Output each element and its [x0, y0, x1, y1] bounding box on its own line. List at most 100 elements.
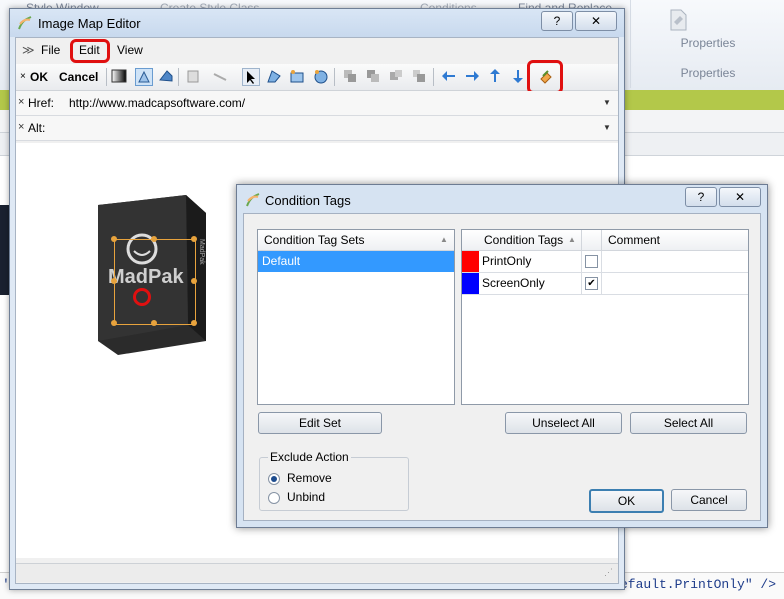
sort-ascending-icon: ▲: [440, 235, 448, 244]
hotspot-center-marker: [133, 288, 151, 306]
dialog-app-icon: [246, 193, 260, 207]
app-icon: [18, 16, 32, 30]
resize-handle[interactable]: [191, 278, 197, 284]
sort-ascending-icon: ▲: [568, 235, 576, 244]
gradient-mask-icon[interactable]: [111, 68, 127, 84]
alt-row: × Alt: ▼: [16, 116, 618, 141]
dialog-close-button[interactable]: ✕: [719, 187, 761, 207]
resize-handle[interactable]: [111, 236, 117, 242]
ok-button[interactable]: OK: [589, 489, 664, 513]
resize-handle[interactable]: [151, 236, 157, 242]
arrow-up-icon[interactable]: [487, 68, 503, 84]
href-row: × Href: http://www.madcapsoftware.com/ ▼: [16, 91, 618, 116]
unbind-radio-label[interactable]: Unbind: [287, 490, 325, 504]
toolbar-separator: [178, 68, 179, 86]
tag-row-screenonly[interactable]: ScreenOnly ✔: [462, 273, 748, 295]
sets-header-label: Condition Tag Sets: [264, 233, 365, 247]
circle-draw-icon[interactable]: [313, 68, 329, 84]
ok-button[interactable]: OK: [30, 70, 48, 84]
toolbar-separator: [334, 68, 335, 86]
hotspot-selection-rectangle[interactable]: [114, 239, 196, 325]
resize-grip-icon[interactable]: ⋰: [604, 567, 613, 578]
tag-exclude-checkbox[interactable]: ✔: [585, 277, 598, 290]
condition-tag-sets-list[interactable]: Condition Tag Sets ▲ Default: [257, 229, 455, 405]
cancel-button[interactable]: Cancel: [59, 70, 98, 84]
unselect-all-button[interactable]: Unselect All: [505, 412, 622, 434]
cancel-button[interactable]: Cancel: [671, 489, 747, 511]
dialog-client: Condition Tag Sets ▲ Default Condition T…: [243, 213, 761, 521]
bring-forward-icon[interactable]: [365, 68, 381, 84]
tag-exclude-checkbox[interactable]: [585, 255, 598, 268]
cell-divider: [581, 273, 582, 294]
line-tool-icon[interactable]: [212, 68, 228, 84]
code-text-right: efault.PrintOnly" />: [620, 577, 777, 592]
pointer-icon[interactable]: [242, 68, 260, 86]
alt-dropdown-icon[interactable]: ▼: [603, 123, 611, 132]
remove-radio[interactable]: [268, 473, 280, 485]
tag-color-swatch: [462, 251, 479, 272]
resize-handle[interactable]: [191, 236, 197, 242]
layers-shape-icon[interactable]: [158, 68, 174, 84]
hand-tool-icon[interactable]: [185, 68, 201, 84]
href-dropdown-icon[interactable]: ▼: [603, 98, 611, 107]
polygon-draw-icon[interactable]: [266, 68, 282, 84]
close-button[interactable]: ✕: [575, 11, 617, 31]
select-all-button[interactable]: Select All: [630, 412, 747, 434]
href-label: Href:: [28, 96, 55, 110]
menu-file[interactable]: File: [41, 43, 60, 57]
madpak-side-text: MadPak: [198, 239, 205, 265]
bring-to-front-icon[interactable]: [342, 68, 358, 84]
cell-divider: [581, 251, 582, 272]
resize-handle[interactable]: [191, 320, 197, 326]
arrow-right-icon[interactable]: [464, 68, 480, 84]
href-clear-icon[interactable]: ×: [18, 96, 24, 108]
tags-grid-header: Condition Tags ▲ Comment: [462, 230, 748, 251]
cell-divider: [601, 273, 602, 294]
tag-name: ScreenOnly: [482, 276, 545, 290]
menu-overflow-icon[interactable]: ≫: [22, 43, 35, 57]
window-title: Image Map Editor: [38, 16, 141, 31]
send-backward-icon[interactable]: [388, 68, 404, 84]
toolbar-close-icon[interactable]: ×: [20, 71, 26, 82]
menu-bar: ≫ File Edit View: [16, 38, 618, 63]
header-divider: [581, 230, 582, 250]
arrow-left-icon[interactable]: [441, 68, 457, 84]
polygon-shape-icon[interactable]: [135, 68, 153, 86]
image-map-editor-titlebar[interactable]: Image Map Editor ? ✕: [10, 9, 624, 37]
tag-row-printonly[interactable]: PrintOnly: [462, 251, 748, 273]
remove-radio-label[interactable]: Remove: [287, 471, 332, 485]
dialog-help-button[interactable]: ?: [685, 187, 717, 207]
properties-button-label[interactable]: Properties: [631, 36, 784, 50]
dialog-title: Condition Tags: [265, 193, 351, 208]
resize-handle[interactable]: [111, 278, 117, 284]
tags-comment-column-header[interactable]: Comment: [608, 230, 660, 250]
edit-highlight-annotation: [70, 39, 110, 63]
properties-group-label: Properties: [680, 66, 736, 80]
help-button[interactable]: ?: [541, 11, 573, 31]
editor-toolbar: × OK Cancel: [16, 60, 618, 94]
properties-group: Properties Properties: [630, 0, 784, 88]
toolbar-separator: [106, 68, 107, 86]
send-to-back-icon[interactable]: [411, 68, 427, 84]
href-field[interactable]: http://www.madcapsoftware.com/: [69, 96, 245, 110]
arrow-down-icon[interactable]: [510, 68, 526, 84]
header-divider: [601, 230, 602, 250]
sets-column-header[interactable]: Condition Tag Sets ▲: [258, 230, 454, 251]
condition-tags-grid[interactable]: Condition Tags ▲ Comment PrintOnly Scree…: [461, 229, 749, 405]
set-item-default[interactable]: Default: [258, 251, 454, 272]
properties-icon: [670, 9, 687, 31]
tags-name-column-header[interactable]: Condition Tags: [484, 230, 563, 250]
menu-view[interactable]: View: [117, 43, 143, 57]
cell-divider: [601, 251, 602, 272]
rectangle-draw-icon[interactable]: [289, 68, 305, 84]
resize-handle[interactable]: [151, 320, 157, 326]
alt-clear-icon[interactable]: ×: [18, 121, 24, 133]
unbind-radio[interactable]: [268, 492, 280, 504]
resize-handle[interactable]: [111, 320, 117, 326]
condition-tags-highlight-annotation: [527, 60, 563, 94]
set-item-label: Default: [262, 254, 301, 268]
tag-color-swatch: [462, 273, 479, 294]
toolbar-separator: [433, 68, 434, 86]
condition-tags-dialog: Condition Tags ? ✕ Condition Tag Sets ▲ …: [236, 184, 768, 528]
edit-set-button[interactable]: Edit Set: [258, 412, 382, 434]
